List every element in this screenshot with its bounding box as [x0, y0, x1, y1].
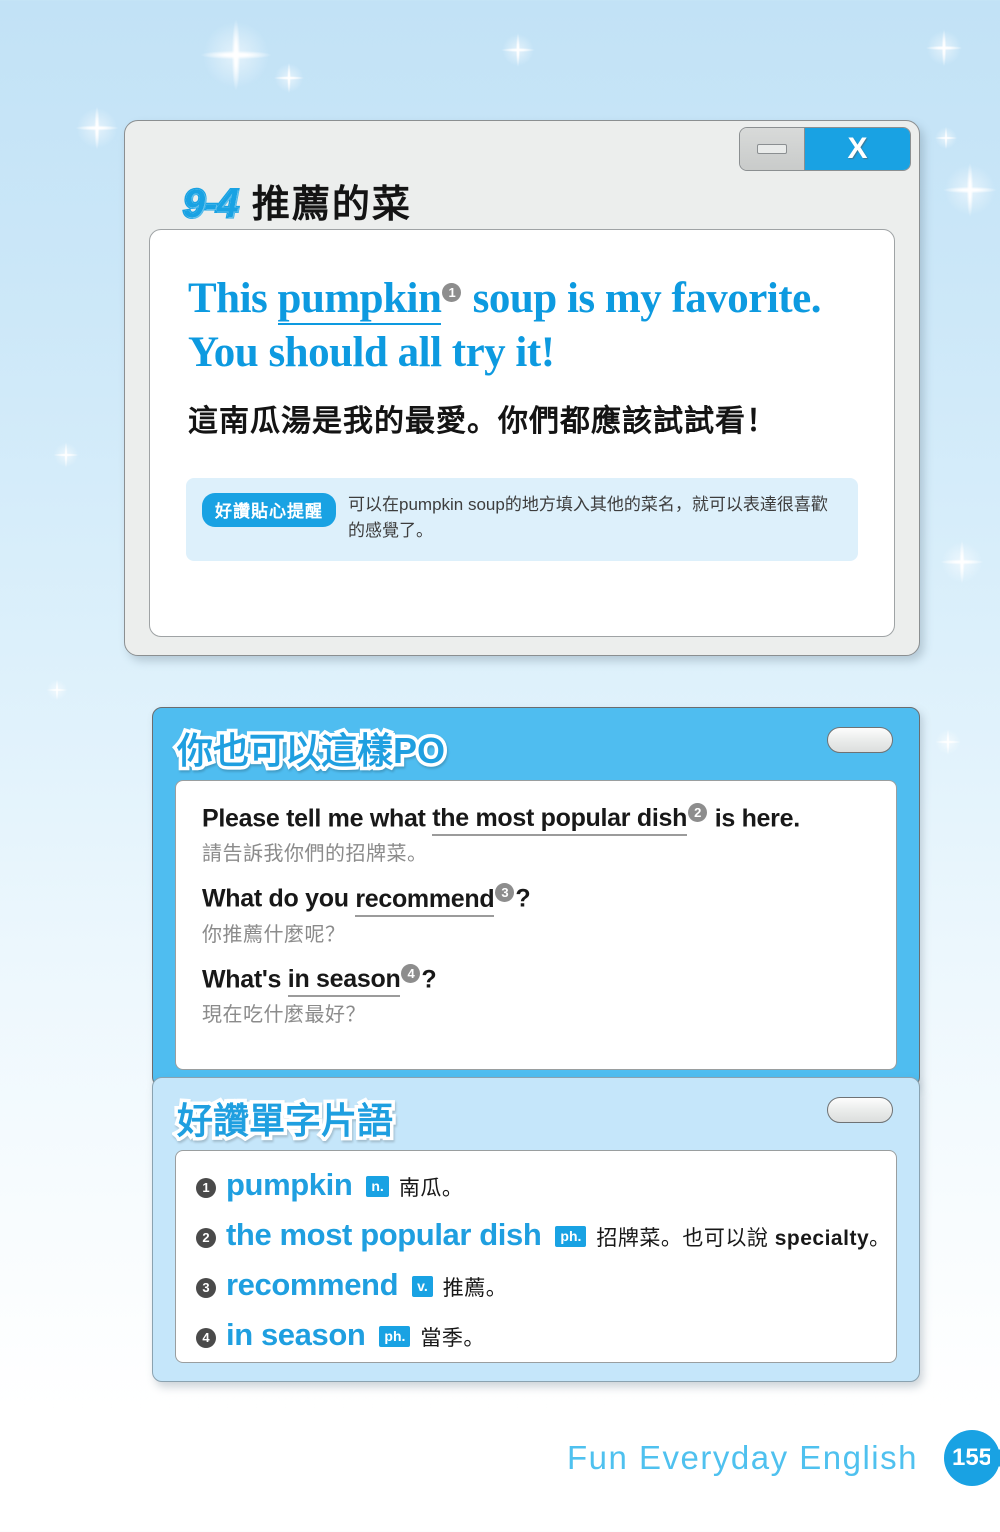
tip-label: 好讚貼心提醒: [202, 493, 336, 527]
vocab-word: in season: [226, 1317, 366, 1352]
definition-alt-word: specialty: [774, 1227, 870, 1250]
vocabulary-list: 1 pumpkin n. 南瓜。 2 the most popular dish…: [176, 1151, 896, 1353]
sentence-chinese: 請告訴我你們的招牌菜。: [202, 843, 428, 866]
sparkle-icon: [496, 28, 540, 72]
list-item: Please tell me what the most popular dis…: [202, 803, 870, 866]
list-item: 1 pumpkin n. 南瓜。: [196, 1167, 896, 1203]
definition-text: 推薦。: [442, 1277, 508, 1300]
lesson-header: 9-4 推薦的菜: [182, 173, 412, 228]
page-footer: Fun Everyday English 155: [567, 1430, 1000, 1486]
page-number-badge: 155: [944, 1430, 1000, 1486]
list-item: 2 the most popular dish ph. 招牌菜。也可以說 spe…: [196, 1217, 896, 1253]
sentence-suffix: is here.: [708, 804, 800, 833]
sentence-suffix: ?: [421, 964, 437, 993]
sparkle-icon: [49, 438, 83, 472]
sparkle-icon: [931, 123, 961, 153]
vocab-definition: 南瓜。: [399, 1172, 464, 1202]
vocab-definition: 招牌菜。也可以說 specialty。: [596, 1222, 890, 1252]
part-of-speech-badge: n.: [366, 1176, 389, 1197]
vocab-number-icon: 4: [196, 1328, 216, 1348]
main-sentence-chinese: 這南瓜湯是我的最愛。你們都應該試試看！: [188, 405, 777, 438]
definition-text: 南瓜。: [398, 1177, 464, 1200]
lesson-content-card: This pumpkin 1 soup is my favorite. You s…: [149, 229, 895, 637]
po-panel-title: 你也可以這樣PO: [173, 727, 448, 775]
sparkle-icon: [269, 58, 309, 98]
tip-text: 可以在pumpkin soup的地方填入其他的菜名，就可以表達很喜歡的感覺了。: [348, 495, 828, 541]
part-of-speech-badge: v.: [412, 1276, 433, 1297]
sentence-keyword: pumpkin: [277, 275, 442, 325]
vocab-word: pumpkin: [226, 1167, 353, 1202]
vocab-panel-toggle-button[interactable]: [827, 1097, 893, 1123]
vocab-number-icon: 2: [196, 1228, 216, 1248]
part-of-speech-badge: ph.: [555, 1226, 587, 1247]
vocab-panel-body: 1 pumpkin n. 南瓜。 2 the most popular dish…: [175, 1150, 897, 1363]
reference-marker-4: 4: [401, 963, 421, 983]
sentence-chinese: 現在吃什麼最好？: [202, 1003, 366, 1026]
list-item: 4 in season ph. 當季。: [196, 1317, 896, 1353]
reference-marker-3: 3: [495, 883, 515, 903]
vocab-panel-header: 好讚單字片語: [153, 1078, 919, 1150]
reference-marker-2: 2: [688, 803, 708, 822]
list-item: 3 recommend v. 推薦。: [196, 1267, 896, 1303]
book-title: Fun Everyday English: [567, 1439, 918, 1476]
lesson-number-badge: 9-4: [182, 181, 241, 228]
sentence-keyword: the most popular dish: [432, 804, 687, 837]
definition-text: 招牌菜。也可以說: [596, 1227, 775, 1250]
po-panel-header: 你也可以這樣PO: [153, 708, 919, 780]
sentence-keyword: in season: [287, 964, 401, 997]
sentence-prefix: This: [188, 275, 278, 322]
part-of-speech-badge: ph.: [379, 1326, 411, 1347]
tip-box: 好讚貼心提醒 可以在pumpkin soup的地方填入其他的菜名，就可以表達很喜…: [186, 478, 858, 561]
sentence-list: Please tell me what the most popular dis…: [176, 781, 896, 1027]
reference-marker-1: 1: [442, 282, 462, 302]
list-item: What's in season 4? 現在吃什麼最好？: [202, 963, 870, 1027]
minimize-button[interactable]: [740, 128, 804, 170]
vocab-word: recommend: [226, 1267, 399, 1302]
vocabulary-panel: 好讚單字片語 1 pumpkin n. 南瓜。 2 the most popul…: [152, 1077, 920, 1382]
sparkle-icon: [920, 24, 968, 72]
lesson-window: X 9-4 推薦的菜 This pumpkin 1 soup is my favo…: [124, 120, 920, 656]
sparkle-icon: [934, 534, 990, 590]
sparkle-icon: [190, 9, 282, 101]
vocab-definition: 當季。: [420, 1322, 485, 1352]
po-panel-toggle-button[interactable]: [827, 727, 893, 753]
po-panel-body: Please tell me what the most popular dis…: [175, 780, 897, 1070]
definition-tail: 。: [869, 1227, 891, 1250]
page-title: 推薦的菜: [251, 184, 412, 226]
sentence-prefix: What's: [202, 964, 288, 993]
vocab-definition: 推薦。: [443, 1272, 508, 1302]
sentence-chinese: 你推薦什麼呢？: [202, 923, 346, 946]
vocab-number-icon: 3: [196, 1278, 216, 1298]
sentence-prefix: Please tell me what: [202, 804, 433, 833]
sparkle-icon: [931, 725, 965, 759]
sentence-suffix: ?: [515, 884, 531, 913]
main-sentence-english: This pumpkin 1 soup is my favorite. You s…: [188, 272, 874, 380]
window-controls: X: [739, 127, 911, 171]
sentence-english: What's in season 4?: [202, 963, 870, 997]
vocab-panel-title: 好讚單字片語: [173, 1097, 396, 1145]
list-item: What do you recommend 3? 你推薦什麼呢？: [202, 883, 870, 946]
vocab-word: the most popular dish: [226, 1217, 542, 1252]
sentence-prefix: What do you: [202, 884, 356, 913]
alternative-phrases-panel: 你也可以這樣PO Please tell me what the most po…: [152, 707, 920, 1087]
sparkle-icon: [69, 100, 125, 156]
definition-text: 當季。: [420, 1327, 485, 1350]
sparkle-icon: [935, 155, 1000, 225]
minimize-icon: [757, 144, 787, 154]
vocab-number-icon: 1: [196, 1178, 216, 1198]
sentence-keyword: recommend: [355, 884, 495, 917]
sentence-english: Please tell me what the most popular dis…: [202, 803, 870, 837]
sentence-english: What do you recommend 3?: [202, 883, 870, 917]
sparkle-icon: [43, 676, 71, 704]
close-button[interactable]: X: [804, 128, 910, 170]
